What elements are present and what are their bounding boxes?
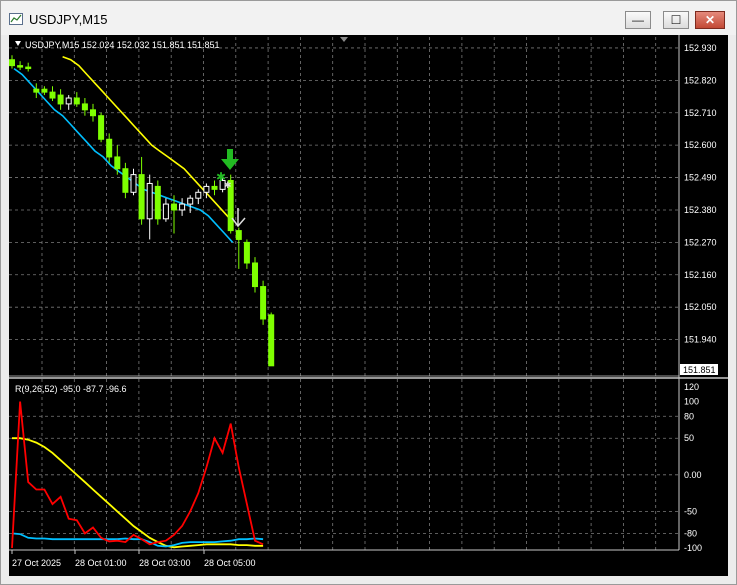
window-title: USDJPY,M15	[29, 12, 108, 27]
indicator-tick-label: -50	[684, 506, 697, 516]
price-tick-label: 152.930	[684, 43, 717, 53]
candle-body	[73, 97, 80, 105]
title-bar[interactable]: USDJPY,M15 — ☐ ✕	[1, 1, 736, 35]
minimize-button[interactable]: —	[625, 11, 651, 29]
price-tick-label: 152.160	[684, 270, 717, 280]
price-tick-label: 151.940	[684, 335, 717, 345]
candle-body	[235, 230, 242, 240]
ma-fast-line	[13, 67, 234, 243]
candle-body	[106, 138, 113, 158]
candle-body	[260, 286, 267, 320]
price-tick-label: 152.820	[684, 75, 717, 85]
candle-body	[98, 115, 105, 140]
candle-body	[49, 91, 56, 99]
candle-body	[41, 88, 48, 93]
time-axis-label: 28 Oct 01:00	[75, 558, 127, 568]
indicator-tick-label: -100	[684, 543, 702, 553]
candle-body	[138, 174, 145, 220]
signal-cross-icon: ✱	[224, 180, 232, 190]
candle-body	[268, 314, 275, 367]
candle-body	[162, 203, 169, 220]
minimize-icon: —	[632, 13, 644, 27]
maximize-icon: ☐	[670, 13, 682, 27]
indicator-tick-label: 50	[684, 433, 694, 443]
candle-body	[9, 59, 15, 67]
candle-body	[90, 109, 96, 117]
chart-info-label: USDJPY,M15 152.024 152.032 151.851 151.8…	[25, 40, 220, 50]
price-tick-label: 152.270	[684, 237, 717, 247]
price-tick-label: 152.710	[684, 108, 717, 118]
candle-body	[195, 191, 202, 199]
sell-arrow-icon	[221, 149, 239, 170]
candle-body	[33, 88, 40, 93]
indicator-tick-label: 120	[684, 382, 699, 392]
candle-body	[57, 94, 64, 105]
indicator-tick-label: 80	[684, 411, 694, 421]
time-axis-label: 28 Oct 05:00	[204, 558, 256, 568]
indicator-tick-label: 100	[684, 397, 699, 407]
maximize-button[interactable]: ☐	[663, 11, 689, 29]
price-tick-label: 152.600	[684, 140, 717, 150]
time-axis-label: 27 Oct 2025	[12, 558, 61, 568]
close-icon: ✕	[704, 13, 716, 27]
chart-menu-arrow-icon[interactable]	[15, 41, 21, 46]
candle-body	[187, 197, 194, 205]
indicator-tick-label: -80	[684, 528, 697, 538]
candle-body	[17, 65, 24, 68]
candle-body	[171, 203, 177, 211]
price-tick-label: 152.490	[684, 173, 717, 183]
osc-yellow-line	[12, 437, 264, 549]
candle-body	[114, 156, 121, 170]
chart-shift-marker-icon[interactable]	[340, 37, 348, 42]
price-tick-label: 152.380	[684, 205, 717, 215]
candle-body	[154, 185, 161, 220]
chart-area[interactable]: 152.930 152.820 152.710 152.600 152.490 152.3…	[9, 35, 728, 576]
chart-window: USDJPY,M15 — ☐ ✕ 152.930 152.820 152.710 15…	[0, 0, 737, 585]
candle-body	[252, 262, 258, 288]
candle-body	[81, 103, 88, 111]
candle-body	[146, 182, 153, 220]
close-button[interactable]: ✕	[695, 11, 725, 29]
candle-body	[122, 168, 129, 193]
candle-body	[243, 241, 250, 264]
candle-body	[211, 185, 218, 190]
price-chart[interactable]: 152.930 152.820 152.710 152.600 152.490 152.3…	[9, 35, 728, 576]
price-tick-label: 152.050	[684, 302, 717, 312]
candle-body	[130, 174, 137, 193]
candle-body	[65, 97, 72, 105]
candle-body	[25, 66, 32, 70]
candle-body	[179, 203, 186, 211]
current-price-label: 151.851	[683, 365, 716, 375]
candle-body	[203, 185, 210, 193]
indicator-tick-label: 0.00	[684, 470, 702, 480]
chart-window-icon	[9, 13, 23, 25]
time-axis-label: 28 Oct 03:00	[139, 558, 191, 568]
indicator-label: R(9,26,52) -95.0 -87.7 -96.6	[15, 384, 127, 394]
